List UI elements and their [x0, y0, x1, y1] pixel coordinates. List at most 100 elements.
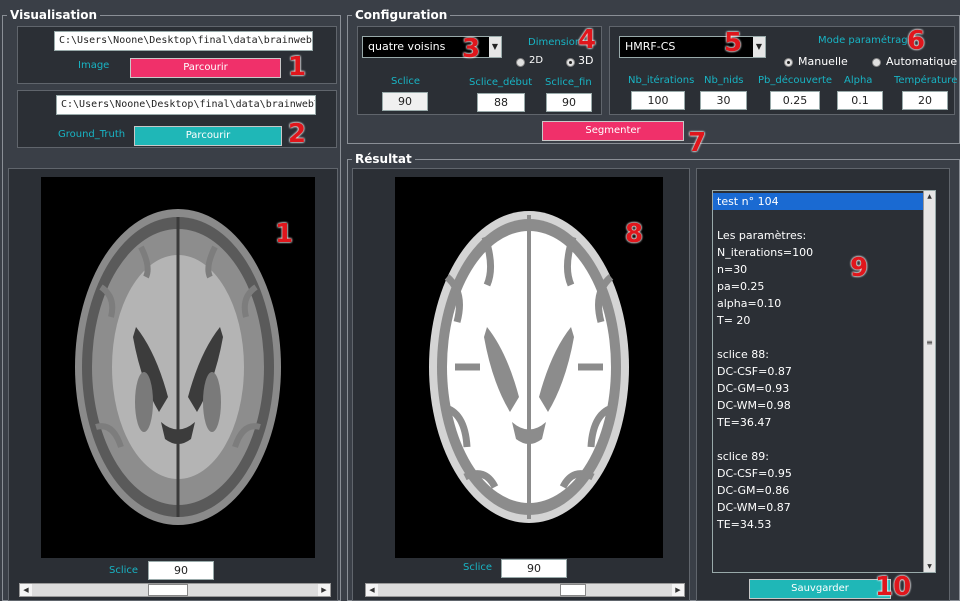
neighborhood-select[interactable]: quatre voisins ▼: [362, 36, 502, 58]
param-field-nids[interactable]: 30: [700, 91, 747, 110]
param-field-temperature[interactable]: 20: [902, 91, 948, 110]
result-list-item[interactable]: DC-CSF=0.87: [713, 363, 923, 380]
result-list-item[interactable]: DC-GM=0.93: [713, 380, 923, 397]
badge-5: 5: [724, 28, 743, 58]
image-file-panel: C:\Users\Noone\Desktop\final\data\brainw…: [17, 26, 337, 84]
result-list-item[interactable]: [713, 329, 923, 346]
result-list-item-selected[interactable]: test n° 104: [713, 193, 923, 210]
slice-debut-label: Sclice_début: [469, 77, 533, 88]
badge-9: 9: [850, 253, 869, 283]
result-list-item[interactable]: T= 20: [713, 312, 923, 329]
badge-2: 2: [288, 119, 307, 149]
visualisation-title: Visualisation: [7, 8, 101, 22]
scroll-down-icon[interactable]: ▼: [924, 561, 935, 572]
result-list-item[interactable]: sclice 88:: [713, 346, 923, 363]
dimension-label: Dimension: [528, 37, 582, 48]
scroll-right-icon[interactable]: ▶: [672, 584, 684, 596]
result-list-item[interactable]: [713, 431, 923, 448]
scroll-up-icon[interactable]: ▲: [924, 191, 935, 202]
badge-7: 7: [688, 128, 707, 158]
param-label-decouverte: Pb_découverte: [758, 75, 833, 86]
scroll-left-icon[interactable]: ◀: [20, 584, 32, 596]
param-label-alpha: Alpha: [844, 75, 873, 86]
image-label: Image: [78, 60, 110, 71]
original-slice-field[interactable]: 90: [148, 561, 214, 580]
neighborhood-value: quatre voisins: [368, 40, 446, 53]
image-browse-button[interactable]: Parcourir: [130, 58, 281, 78]
result-list-item[interactable]: TE=34.53: [713, 516, 923, 533]
mode-auto-label: Automatique: [886, 55, 958, 68]
badge-3: 3: [462, 34, 481, 64]
gt-file-panel: C:\Users\Noone\Desktop\final\data\brainw…: [17, 90, 337, 148]
badge-10: 10: [875, 572, 912, 601]
original-slice-scrollbar[interactable]: ◀ ▶: [19, 583, 331, 597]
original-brain-image: 1: [41, 177, 315, 558]
result-list-item[interactable]: alpha=0.10: [713, 295, 923, 312]
result-list-item[interactable]: pa=0.25: [713, 278, 923, 295]
result-slice-field[interactable]: 90: [501, 559, 567, 578]
brain-mri-segmented: [429, 211, 629, 523]
image-path-field[interactable]: C:\Users\Noone\Desktop\final\data\brainw…: [54, 31, 313, 51]
result-list-item[interactable]: DC-WM=0.98: [713, 397, 923, 414]
gt-browse-button[interactable]: Parcourir: [134, 126, 282, 146]
mode-label: Mode paramétrage: [818, 35, 914, 46]
result-list-item[interactable]: Les paramètres:: [713, 227, 923, 244]
param-field-decouverte[interactable]: 0.25: [770, 91, 820, 110]
config-neighborhood-panel: quatre voisins ▼ 3 Dimension 4 2D 3D Scl…: [357, 26, 602, 115]
config-slice-label: Sclice: [391, 76, 421, 87]
results-list[interactable]: test n° 104 Les paramètres: N_iterations=…: [712, 190, 936, 573]
original-image-panel: 1 Sclice 90 ◀ ▶: [8, 168, 338, 601]
results-vertical-scrollbar[interactable]: ▲ ≡ ▼: [923, 191, 935, 572]
scroll-thumb[interactable]: [147, 584, 188, 596]
segment-button[interactable]: Segmenter: [542, 121, 684, 141]
results-text-panel: test n° 104 Les paramètres: N_iterations=…: [696, 168, 950, 601]
result-list-item[interactable]: n=30: [713, 261, 923, 278]
result-list-item[interactable]: DC-CSF=0.95: [713, 465, 923, 482]
dimension-2d-label: 2D: [529, 55, 544, 66]
badge-6: 6: [907, 26, 926, 56]
gt-label: Ground_Truth: [58, 129, 126, 140]
scroll-thumb[interactable]: [560, 584, 587, 596]
param-label-iterations: Nb_itérations: [628, 75, 695, 86]
method-value: HMRF-CS: [625, 40, 676, 53]
slice-fin-label: Sclice_fin: [545, 77, 592, 88]
param-field-iterations[interactable]: 100: [631, 91, 685, 110]
brain-mri-original: [75, 209, 281, 525]
result-list-item[interactable]: DC-WM=0.87: [713, 499, 923, 516]
scroll-left-icon[interactable]: ◀: [366, 584, 378, 596]
save-button[interactable]: Sauvgarder: [749, 579, 891, 599]
result-list-item[interactable]: TE=36.47: [713, 414, 923, 431]
badge-4: 4: [578, 25, 597, 55]
param-field-alpha[interactable]: 0.1: [837, 91, 883, 110]
gt-path-field[interactable]: C:\Users\Noone\Desktop\final\data\brainw…: [56, 95, 316, 115]
badge-8: 8: [625, 219, 644, 249]
scroll-grip-icon[interactable]: ≡: [925, 336, 934, 350]
slice-fin-field[interactable]: 90: [546, 93, 592, 112]
param-label-temperature: Température: [894, 75, 958, 86]
config-slice-field[interactable]: 90: [382, 92, 428, 111]
method-select[interactable]: HMRF-CS ▼: [619, 36, 766, 58]
badge-1: 1: [288, 52, 307, 82]
slice-debut-field[interactable]: 88: [477, 93, 525, 112]
result-slice-scrollbar[interactable]: ◀ ▶: [365, 583, 685, 597]
config-method-panel: HMRF-CS ▼ 5 Mode paramétrage 6 Manuelle …: [609, 26, 958, 115]
resultat-title: Résultat: [352, 152, 415, 166]
dimension-3d-radio[interactable]: [566, 58, 575, 67]
chevron-down-icon[interactable]: ▼: [753, 37, 765, 57]
result-list-item[interactable]: N_iterations=100: [713, 244, 923, 261]
result-list-item[interactable]: DC-GM=0.86: [713, 482, 923, 499]
mode-manual-radio[interactable]: [784, 58, 793, 67]
result-list-item[interactable]: sclice 89:: [713, 448, 923, 465]
configuration-title: Configuration: [352, 8, 451, 22]
result-list-item[interactable]: [713, 210, 923, 227]
mode-auto-radio[interactable]: [872, 58, 881, 67]
result-image-panel: 8 Sclice 90 ◀ ▶: [352, 168, 690, 601]
badge-original-image: 1: [275, 219, 294, 249]
mode-manual-label: Manuelle: [798, 55, 848, 68]
segmented-brain-image: 8: [395, 177, 663, 558]
scroll-right-icon[interactable]: ▶: [318, 584, 330, 596]
original-slice-label: Sclice: [109, 565, 139, 576]
dimension-2d-radio[interactable]: [516, 58, 525, 67]
chevron-down-icon[interactable]: ▼: [489, 37, 501, 57]
result-slice-label: Sclice: [463, 562, 493, 573]
